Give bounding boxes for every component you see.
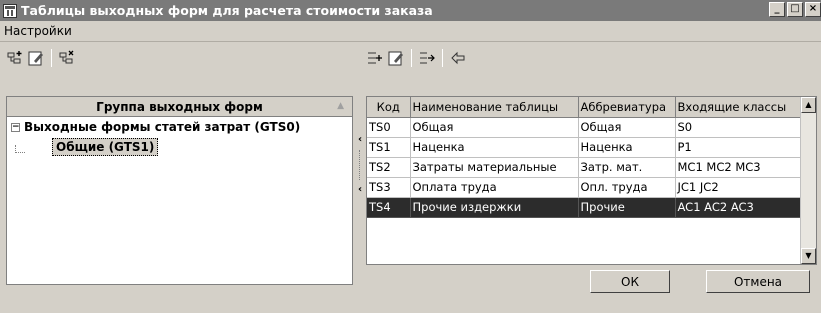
window-controls: _ □ × [769, 2, 821, 17]
menu-settings[interactable]: Настройки [4, 24, 72, 38]
chevron-left-icon: ‹ [357, 184, 363, 195]
cell-classes: S0 [675, 117, 802, 138]
cell-code: TS0 [367, 117, 411, 138]
tree-item-root-label: Выходные формы статей затрат (GTS0) [24, 120, 301, 134]
ok-button[interactable]: ОК [590, 270, 670, 293]
close-button[interactable]: × [805, 2, 821, 17]
delete-group-button[interactable] [58, 49, 76, 67]
column-header-code[interactable]: Код [367, 97, 411, 118]
left-toolbar [6, 44, 76, 72]
collapse-icon[interactable]: − [11, 122, 20, 132]
cell-abbreviation: Общая [578, 117, 676, 138]
menu-bar: Настройки [0, 21, 821, 42]
column-header-abbreviation[interactable]: Аббревиатура [578, 97, 676, 118]
tree-item-root[interactable]: − Выходные формы статей затрат (GTS0) [7, 117, 352, 137]
cell-abbreviation: Затр. мат. [578, 157, 676, 178]
add-table-button[interactable] [366, 49, 384, 67]
table-row[interactable]: TS3 Оплата труда Опл. труда JC1 JC2 [367, 177, 802, 198]
column-header-classes[interactable]: Входящие классы [675, 97, 802, 118]
cell-name: Наценка [410, 137, 579, 158]
toolbar-separator [442, 49, 443, 67]
cell-abbreviation: Прочие [578, 197, 676, 218]
arrow-left-icon [451, 51, 465, 65]
sort-up-icon: ▲ [337, 101, 344, 111]
cell-code: TS1 [367, 137, 411, 158]
back-button[interactable] [449, 49, 467, 67]
splitter-grip [359, 150, 361, 180]
cell-abbreviation: Опл. труда [578, 177, 676, 198]
tree-connector [15, 145, 25, 153]
add-group-icon [7, 51, 22, 64]
title-bar: Таблицы выходных форм для расчета стоимо… [0, 0, 821, 21]
toolbar-separator [51, 49, 52, 67]
add-row-icon [368, 52, 382, 64]
group-tree-panel: Группа выходных форм ▲ − Выходные формы … [6, 96, 353, 285]
tree-item-child[interactable]: Общие (GTS1) [7, 137, 352, 157]
cancel-button[interactable]: Отмена [706, 270, 810, 293]
toolbar-separator [411, 49, 412, 67]
table-row[interactable]: TS1 Наценка Наценка P1 [367, 137, 802, 158]
maximize-button[interactable]: □ [787, 2, 803, 17]
cell-code: TS4 [367, 197, 411, 218]
table-row[interactable]: TS0 Общая Общая S0 [367, 117, 802, 138]
output-tables-grid: Код Наименование таблицы Аббревиатура Вх… [366, 96, 817, 265]
cell-code: TS3 [367, 177, 411, 198]
vertical-scrollbar[interactable]: ▲ ▼ [800, 97, 816, 264]
table-row-selected[interactable]: TS4 Прочие издержки Прочие AC1 AC2 AC3 [367, 197, 802, 218]
move-right-icon [420, 52, 435, 64]
cell-classes: AC1 AC2 AC3 [675, 197, 802, 218]
cell-name: Затраты материальные [410, 157, 579, 178]
scroll-up-button[interactable]: ▲ [801, 97, 816, 113]
group-tree-header[interactable]: Группа выходных форм ▲ [7, 97, 352, 117]
move-table-button[interactable] [418, 49, 436, 67]
edit-group-button[interactable] [27, 49, 45, 67]
edit-icon [388, 51, 403, 66]
edit-icon [28, 51, 43, 66]
cell-code: TS2 [367, 157, 411, 178]
cell-classes: P1 [675, 137, 802, 158]
cell-abbreviation: Наценка [578, 137, 676, 158]
cell-classes: JC1 JC2 [675, 177, 802, 198]
panel-splitter[interactable]: ‹ ‹ [356, 135, 364, 195]
cell-name: Оплата труда [410, 177, 579, 198]
minimize-button[interactable]: _ [769, 2, 785, 17]
cell-classes: MC1 MC2 MC3 [675, 157, 802, 178]
cell-name: Общая [410, 117, 579, 138]
right-toolbar [366, 44, 467, 72]
chevron-left-icon: ‹ [357, 134, 363, 145]
column-header-name[interactable]: Наименование таблицы [410, 97, 579, 118]
group-tree-header-label: Группа выходных форм [96, 99, 263, 114]
cell-name: Прочие издержки [410, 197, 579, 218]
table-app-icon [3, 3, 17, 18]
edit-table-button[interactable] [387, 49, 405, 67]
grid-header-row: Код Наименование таблицы Аббревиатура Вх… [367, 97, 802, 118]
table-row[interactable]: TS2 Затраты материальные Затр. мат. MC1 … [367, 157, 802, 178]
scroll-down-button[interactable]: ▼ [801, 248, 816, 264]
add-group-button[interactable] [6, 49, 24, 67]
delete-group-icon [59, 50, 74, 64]
window-title: Таблицы выходных форм для расчета стоимо… [21, 3, 433, 18]
tree-item-child-label: Общие (GTS1) [52, 138, 159, 156]
